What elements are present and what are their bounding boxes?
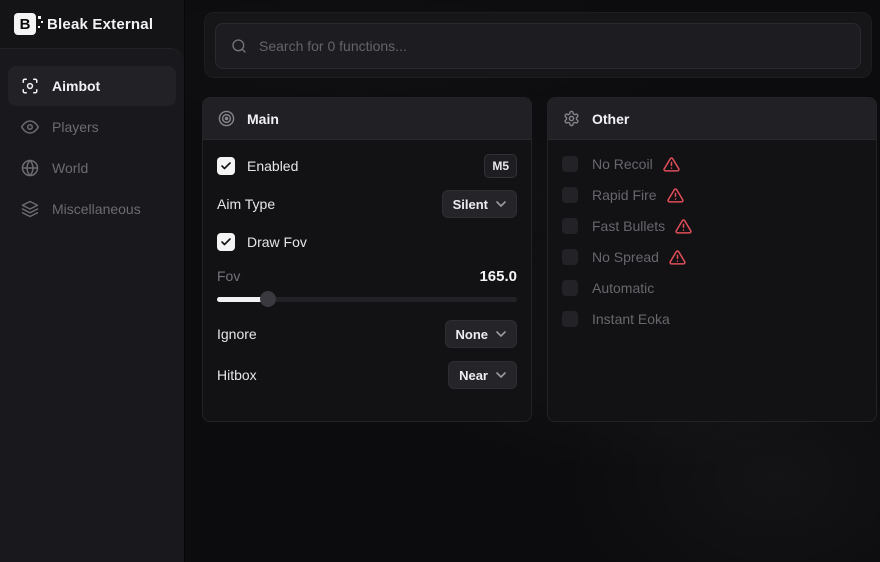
sidebar: B Bleak External Aimbot Players: [0, 0, 185, 562]
sidebar-item-miscellaneous[interactable]: Miscellaneous: [8, 189, 176, 229]
other-panel-body: No Recoil Rapid Fire Fast Bullets No Spr…: [548, 140, 876, 341]
draw-fov-label: Draw Fov: [247, 234, 307, 250]
other-panel-header: Other: [548, 98, 876, 140]
no-recoil-label: No Recoil: [592, 156, 653, 172]
no-spread-checkbox[interactable]: [562, 249, 578, 265]
main-panel: Main Enabled M5 Aim Type Silent: [202, 97, 532, 422]
aim-type-label: Aim Type: [217, 196, 275, 212]
enabled-label: Enabled: [247, 158, 298, 174]
enabled-checkbox[interactable]: [217, 157, 235, 175]
search-card: [204, 12, 872, 78]
app-logo: B: [14, 13, 36, 35]
sidebar-nav: Aimbot Players World Miscellaneous: [0, 48, 184, 562]
check-icon: [220, 236, 232, 248]
search-icon: [231, 38, 247, 54]
fast-bullets-checkbox[interactable]: [562, 218, 578, 234]
app-window: B Bleak External Aimbot Players: [0, 0, 880, 562]
fov-label-row: Fov 165.0: [217, 267, 517, 285]
sidebar-header: B Bleak External: [0, 0, 184, 48]
ignore-dropdown[interactable]: None: [445, 320, 518, 348]
fov-slider[interactable]: [217, 291, 517, 307]
instant-eoka-checkbox[interactable]: [562, 311, 578, 327]
no-recoil-row[interactable]: No Recoil: [562, 154, 862, 174]
logo-letter: B: [20, 16, 31, 33]
other-panel-title: Other: [592, 111, 629, 127]
eye-icon: [21, 118, 39, 136]
fast-bullets-row[interactable]: Fast Bullets: [562, 216, 862, 236]
sidebar-item-world[interactable]: World: [8, 148, 176, 188]
sidebar-item-label: World: [52, 160, 88, 176]
aim-type-value: Silent: [453, 197, 488, 212]
instant-eoka-row[interactable]: Instant Eoka: [562, 309, 862, 329]
no-spread-row[interactable]: No Spread: [562, 247, 862, 267]
hitbox-value: Near: [459, 368, 488, 383]
other-panel: Other No Recoil Rapid Fire Fast Bullets …: [547, 97, 877, 422]
no-spread-label: No Spread: [592, 249, 659, 265]
rapid-fire-row[interactable]: Rapid Fire: [562, 185, 862, 205]
rapid-fire-label: Rapid Fire: [592, 187, 657, 203]
sidebar-item-label: Aimbot: [52, 78, 100, 94]
warning-triangle-icon: [663, 156, 680, 173]
no-recoil-checkbox[interactable]: [562, 156, 578, 172]
draw-fov-checkbox[interactable]: [217, 233, 235, 251]
main-panel-body: Enabled M5 Aim Type Silent: [203, 140, 531, 401]
automatic-checkbox[interactable]: [562, 280, 578, 296]
sidebar-item-aimbot[interactable]: Aimbot: [8, 66, 176, 106]
chevron-down-icon: [496, 331, 506, 337]
fov-value: 165.0: [479, 268, 517, 285]
draw-fov-row: Draw Fov: [217, 230, 517, 254]
rapid-fire-checkbox[interactable]: [562, 187, 578, 203]
globe-icon: [21, 159, 39, 177]
automatic-row[interactable]: Automatic: [562, 278, 862, 298]
search-input-container[interactable]: [215, 23, 861, 69]
crosshair-scan-icon: [21, 77, 39, 95]
layers-icon: [21, 200, 39, 218]
hitbox-row: Hitbox Near: [217, 361, 517, 389]
fov-label: Fov: [217, 268, 240, 284]
ignore-value: None: [456, 327, 489, 342]
fov-slider-thumb[interactable]: [260, 291, 276, 307]
sidebar-item-label: Players: [52, 119, 99, 135]
target-icon: [218, 110, 235, 127]
sidebar-item-label: Miscellaneous: [52, 201, 141, 217]
warning-triangle-icon: [669, 249, 686, 266]
aim-type-dropdown[interactable]: Silent: [442, 190, 517, 218]
hitbox-label: Hitbox: [217, 367, 257, 383]
enabled-row: Enabled M5: [217, 154, 517, 178]
ignore-row: Ignore None: [217, 320, 517, 348]
sidebar-item-players[interactable]: Players: [8, 107, 176, 147]
main-panel-title: Main: [247, 111, 279, 127]
automatic-label: Automatic: [592, 280, 654, 296]
fast-bullets-label: Fast Bullets: [592, 218, 665, 234]
instant-eoka-label: Instant Eoka: [592, 311, 670, 327]
keybind-button[interactable]: M5: [484, 154, 517, 178]
chevron-down-icon: [496, 372, 506, 378]
search-input[interactable]: [259, 38, 845, 54]
warning-triangle-icon: [667, 187, 684, 204]
hitbox-dropdown[interactable]: Near: [448, 361, 517, 389]
gear-icon: [563, 110, 580, 127]
warning-triangle-icon: [675, 218, 692, 235]
ignore-label: Ignore: [217, 326, 257, 342]
check-icon: [220, 160, 232, 172]
app-title: Bleak External: [47, 16, 153, 33]
aim-type-row: Aim Type Silent: [217, 190, 517, 218]
chevron-down-icon: [496, 201, 506, 207]
main-panel-header: Main: [203, 98, 531, 140]
